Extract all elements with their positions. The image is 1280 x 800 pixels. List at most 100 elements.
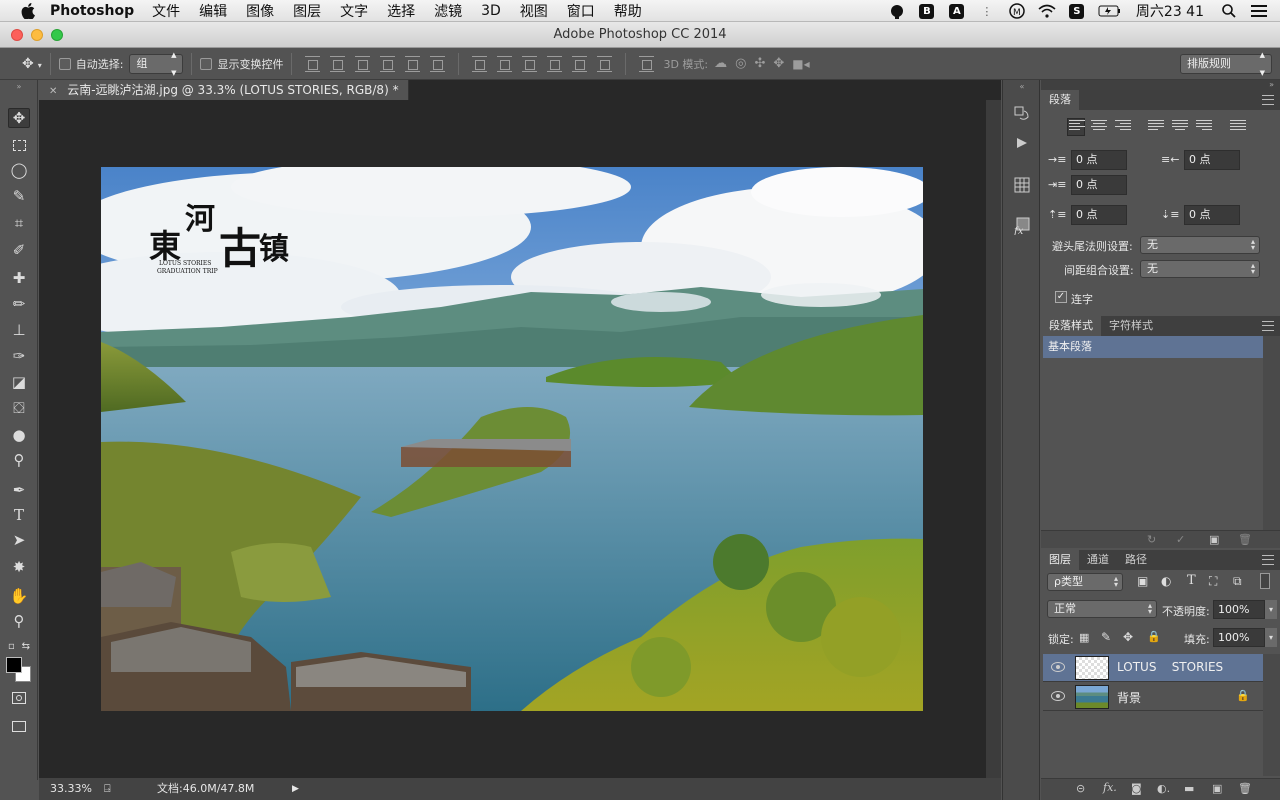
redefine-style-icon[interactable]: ✓ xyxy=(1176,533,1185,546)
filter-shape-icon[interactable]: ⛶ xyxy=(1209,574,1217,589)
workspace-dropdown[interactable]: 排版规则 ▲ ▼ xyxy=(1180,51,1272,77)
link-layers-icon[interactable]: ⊝ xyxy=(1076,782,1085,795)
align-horizontal-centers-icon[interactable] xyxy=(405,55,421,72)
tab-character-styles[interactable]: 字符样式 xyxy=(1101,316,1161,336)
filter-pixel-icon[interactable]: ▣ xyxy=(1137,574,1148,588)
crop-tool-icon[interactable]: ⌗ xyxy=(8,213,30,233)
notification-icon[interactable] xyxy=(888,4,906,19)
align-right-icon[interactable] xyxy=(1115,120,1131,132)
tab-layers[interactable]: 图层 xyxy=(1041,550,1079,570)
zoom-level[interactable]: 33.33% xyxy=(50,778,92,800)
minimize-window-button[interactable] xyxy=(31,29,43,41)
eyedropper-tool-icon[interactable]: ✐ xyxy=(8,240,30,260)
visibility-eye-icon[interactable] xyxy=(1051,662,1065,672)
panel-menu-icon[interactable] xyxy=(1262,555,1274,565)
panel-menu-icon[interactable] xyxy=(1262,321,1274,331)
wifi-icon[interactable] xyxy=(1038,4,1056,19)
filter-type-icon[interactable]: T xyxy=(1187,573,1196,588)
layer-row-lotus-stories[interactable]: LOTUS STORIES xyxy=(1043,654,1265,682)
clock[interactable]: 周六23 41 xyxy=(1136,1,1204,21)
filter-toggle[interactable] xyxy=(1260,573,1270,589)
app-menu[interactable]: Photoshop xyxy=(50,3,134,19)
distribute-vcenter-icon[interactable] xyxy=(497,55,513,72)
style-item-basic-paragraph[interactable]: 基本段落 xyxy=(1043,336,1263,358)
close-window-button[interactable] xyxy=(11,29,23,41)
space-after-field[interactable]: 0 点 xyxy=(1184,205,1240,225)
zoom-window-button[interactable] xyxy=(51,29,63,41)
eraser-tool-icon[interactable]: ◪ xyxy=(8,372,30,392)
justify-last-center-icon[interactable] xyxy=(1172,120,1188,132)
adobe-icon[interactable]: A xyxy=(948,3,966,19)
menu-help[interactable]: 帮助 xyxy=(614,1,642,21)
clone-stamp-tool-icon[interactable]: ⊥ xyxy=(8,320,30,340)
quick-mask-icon[interactable] xyxy=(8,688,30,708)
indent-first-line-field[interactable]: 0 点 xyxy=(1071,175,1127,195)
dock-collapse-icon[interactable]: « xyxy=(1012,82,1032,91)
distribute-right-icon[interactable] xyxy=(597,55,613,72)
tab-paths[interactable]: 路径 xyxy=(1117,550,1155,570)
pen-tool-icon[interactable]: ✒ xyxy=(8,480,30,500)
move-tool-icon[interactable]: ✥ xyxy=(8,108,30,128)
auto-select-dropdown[interactable]: 组 ▲ ▼ xyxy=(129,51,184,77)
paint-bucket-tool-icon[interactable]: ⛋ xyxy=(8,398,30,418)
opacity-field[interactable]: 100% xyxy=(1213,600,1265,619)
blend-mode-dropdown[interactable]: 正常 ▴ ▾ xyxy=(1047,600,1157,618)
new-layer-icon[interactable]: ▣ xyxy=(1212,782,1222,795)
distribute-left-icon[interactable] xyxy=(547,55,563,72)
panels-collapse-icon[interactable]: » xyxy=(1041,80,1280,90)
clear-override-icon[interactable]: ↻ xyxy=(1147,533,1156,546)
auto-align-icon[interactable] xyxy=(639,55,655,72)
m-icon[interactable]: M xyxy=(1008,3,1026,19)
menu-file[interactable]: 文件 xyxy=(152,1,180,21)
blur-tool-icon[interactable]: ● xyxy=(8,425,30,445)
add-mask-icon[interactable]: ◙ xyxy=(1131,782,1142,795)
delete-style-icon[interactable]: 🗑 xyxy=(1238,533,1252,546)
toolbox-collapse-icon[interactable]: » xyxy=(8,82,30,91)
align-top-edges-icon[interactable] xyxy=(305,55,321,72)
brush-tool-icon[interactable]: ✏ xyxy=(8,294,30,314)
justify-last-right-icon[interactable] xyxy=(1196,120,1212,132)
export-icon[interactable]: ⍈ xyxy=(104,778,111,800)
lock-all-icon[interactable]: 🔒 xyxy=(1147,630,1161,643)
tab-channels[interactable]: 通道 xyxy=(1079,550,1117,570)
list-icon[interactable] xyxy=(1250,4,1268,19)
menu-edit[interactable]: 编辑 xyxy=(199,1,227,21)
new-group-icon[interactable]: ▬ xyxy=(1184,782,1194,795)
align-vertical-centers-icon[interactable] xyxy=(330,55,346,72)
menu-view[interactable]: 视图 xyxy=(520,1,548,21)
justify-last-left-icon[interactable] xyxy=(1148,120,1164,132)
image-canvas[interactable]: 東 河 古 镇 LOTUS STORIES GRADUATION TRIP xyxy=(101,167,923,711)
dodge-tool-icon[interactable]: ⚲ xyxy=(8,450,30,470)
distribute-bottom-icon[interactable] xyxy=(522,55,538,72)
more-icon[interactable]: ⋮ xyxy=(978,4,996,19)
align-center-icon[interactable] xyxy=(1091,120,1107,132)
justify-all-icon[interactable] xyxy=(1230,120,1246,132)
layer-filter-dropdown[interactable]: ρ类型 ▴ ▾ xyxy=(1047,573,1123,591)
filter-adjustment-icon[interactable]: ◐ xyxy=(1161,574,1171,588)
grid-panel-icon[interactable] xyxy=(1012,175,1032,195)
auto-select-checkbox[interactable] xyxy=(58,57,71,70)
3d-roll-icon[interactable]: ◎ xyxy=(735,56,746,71)
panel-menu-icon[interactable] xyxy=(1262,95,1274,105)
battery-icon[interactable] xyxy=(1098,4,1122,19)
hand-tool-icon[interactable]: ✋ xyxy=(8,586,30,606)
styles-scrollbar[interactable] xyxy=(1263,336,1280,530)
search-icon[interactable] xyxy=(1220,4,1238,19)
healing-brush-tool-icon[interactable]: ✚ xyxy=(8,268,30,288)
menu-image[interactable]: 图像 xyxy=(246,1,274,21)
styles-panel-icon[interactable]: fx xyxy=(1012,216,1032,236)
status-menu-arrow-icon[interactable]: ▶ xyxy=(292,778,299,800)
history-panel-icon[interactable] xyxy=(1012,104,1032,124)
show-transform-checkbox[interactable] xyxy=(200,57,213,70)
align-left-icon[interactable] xyxy=(1069,120,1085,132)
type-tool-icon[interactable]: T xyxy=(8,505,30,525)
align-right-edges-icon[interactable] xyxy=(430,55,446,72)
filter-smart-object-icon[interactable]: ⧉ xyxy=(1233,574,1242,589)
apple-icon[interactable] xyxy=(20,2,36,19)
default-colors-icon[interactable]: ▫ ⇆ xyxy=(8,636,30,656)
close-tab-icon[interactable]: ✕ xyxy=(49,86,57,97)
quick-selection-tool-icon[interactable]: ✎ xyxy=(8,186,30,206)
vertical-scrollbar[interactable] xyxy=(986,100,1001,778)
indent-right-field[interactable]: 0 点 xyxy=(1184,150,1240,170)
path-selection-tool-icon[interactable]: ➤ xyxy=(8,530,30,550)
